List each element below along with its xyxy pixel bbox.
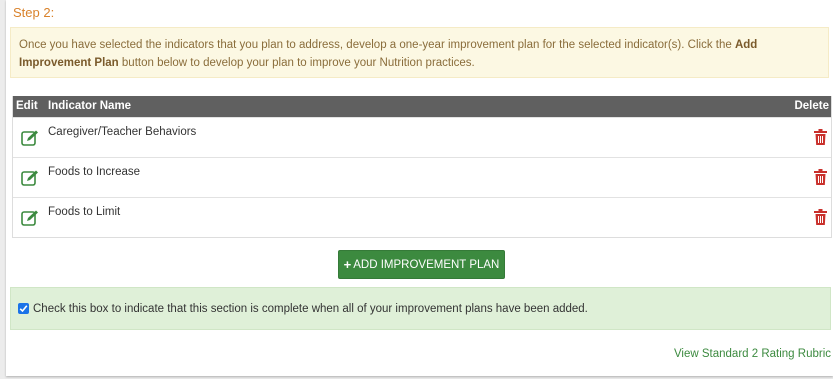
view-rating-rubric-link[interactable]: View Standard 2 Rating Rubric — [674, 348, 831, 360]
table-row: Caregiver/Teacher Behaviors — [13, 117, 831, 157]
indicator-name: Foods to Limit — [48, 206, 121, 218]
indicator-name: Caregiver/Teacher Behaviors — [48, 126, 197, 138]
edit-pencil-icon[interactable] — [21, 169, 39, 187]
indicator-table: Edit Indicator Name Delete Caregiver/Tea… — [12, 96, 832, 238]
step-panel: Step 2: Once you have selected the indic… — [6, 0, 833, 376]
header-edit: Edit — [16, 100, 38, 112]
edit-pencil-icon[interactable] — [21, 129, 39, 147]
checkmark-icon — [19, 305, 28, 313]
instructions-text-end: button below to develop your plan to imp… — [118, 57, 475, 69]
section-complete-label: Check this box to indicate that this sec… — [33, 302, 588, 315]
trash-icon[interactable] — [814, 129, 827, 145]
plus-icon: + — [343, 257, 352, 272]
instructions-text-start: Once you have selected the indicators th… — [19, 39, 735, 51]
completion-alert: Check this box to indicate that this sec… — [10, 287, 831, 330]
add-improvement-plan-label: ADD IMPROVEMENT PLAN — [353, 258, 500, 271]
header-indicator-name: Indicator Name — [48, 100, 132, 112]
table-row: Foods to Increase — [13, 157, 831, 197]
instructions-alert: Once you have selected the indicators th… — [10, 27, 829, 78]
table-row: Foods to Limit — [13, 197, 831, 237]
add-improvement-plan-button[interactable]: + ADD IMPROVEMENT PLAN — [338, 250, 505, 279]
trash-icon[interactable] — [814, 169, 827, 185]
edit-pencil-icon[interactable] — [21, 209, 39, 227]
header-delete: Delete — [794, 100, 829, 112]
step-title: Step 2: — [13, 5, 55, 20]
section-complete-checkbox[interactable] — [18, 303, 29, 314]
table-header: Edit Indicator Name Delete — [13, 96, 831, 117]
trash-icon[interactable] — [814, 209, 827, 225]
indicator-name: Foods to Increase — [48, 166, 141, 178]
